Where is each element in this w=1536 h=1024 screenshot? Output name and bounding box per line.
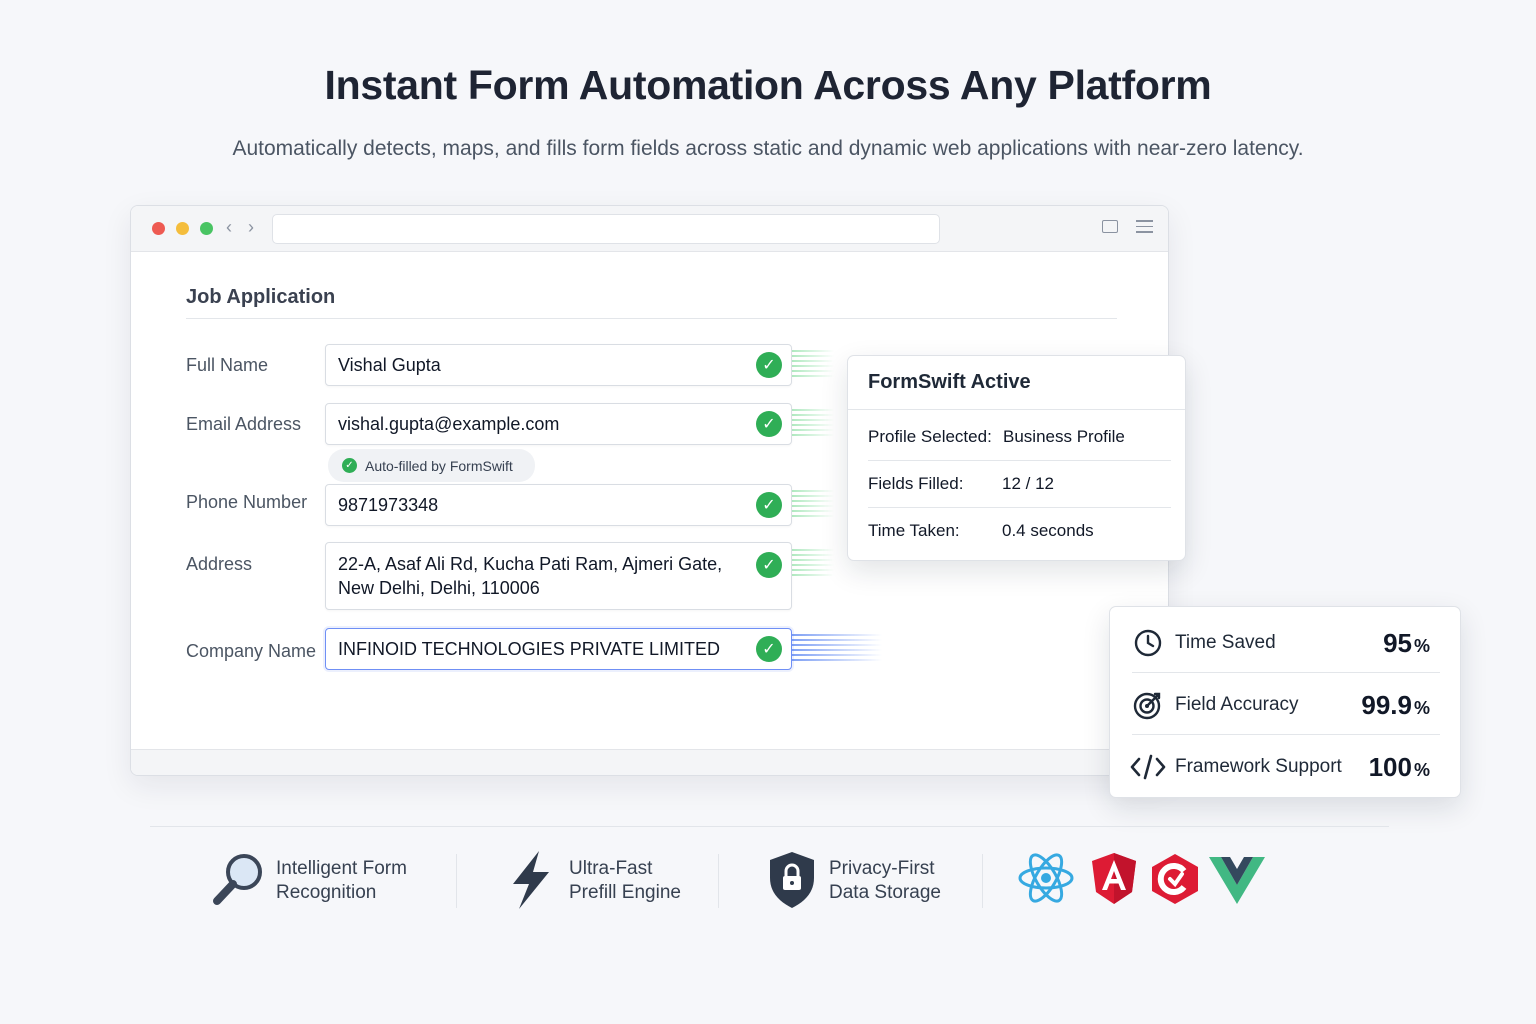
browser-toolbar: ‹ › xyxy=(131,206,1168,252)
company-label: Company Name xyxy=(186,641,317,661)
formswift-row: Profile Selected: Business Profile xyxy=(868,414,1171,461)
stat-value: 100% xyxy=(1368,752,1430,782)
address-value-line2: New Delhi, Delhi, 110006 xyxy=(338,578,540,598)
form-divider xyxy=(186,318,1117,319)
formswift-panel-title: FormSwift Active xyxy=(848,356,1185,410)
stat-row-field-accuracy: Field Accuracy 99.9% xyxy=(1132,673,1440,735)
formswift-row-value: 12 / 12 xyxy=(1002,474,1054,493)
check-icon: ✓ xyxy=(756,552,782,578)
form-title: Job Application xyxy=(186,286,336,308)
stat-label: Framework Support xyxy=(1175,756,1342,777)
vue-logo xyxy=(1209,857,1265,904)
email-input[interactable]: vishal.gupta@example.com ✓ xyxy=(325,403,792,445)
stat-row-time-saved: Time Saved 95% xyxy=(1132,611,1440,673)
minimize-window-button[interactable] xyxy=(176,222,189,235)
phone-input[interactable]: 9871973348 ✓ xyxy=(325,484,792,526)
stat-value: 95% xyxy=(1383,628,1430,658)
feature-text: Privacy-First Data Storage xyxy=(829,858,941,903)
phone-label: Phone Number xyxy=(186,492,308,512)
address-label: Address xyxy=(186,554,253,574)
email-label: Email Address xyxy=(186,414,302,434)
email-value: vishal.gupta@example.com xyxy=(338,414,560,434)
code-icon xyxy=(1130,754,1166,780)
angular-logo xyxy=(1092,853,1136,904)
browser-status-bar xyxy=(131,749,1168,775)
feature-divider xyxy=(982,854,983,908)
address-input[interactable]: 22-A, Asaf Ali Rd, Kucha Pati Ram, Ajmer… xyxy=(325,542,792,610)
address-value-line1: 22-A, Asaf Ali Rd, Kucha Pati Ram, Ajmer… xyxy=(338,554,723,574)
check-icon: ✓ xyxy=(342,458,357,473)
codeigniter-logo xyxy=(1152,854,1198,904)
hero-title: Instant Form Automation Across Any Platf… xyxy=(324,62,1212,108)
fill-streak xyxy=(792,549,834,579)
fill-streak xyxy=(792,490,834,520)
formswift-row-value: 0.4 seconds xyxy=(1002,521,1094,540)
forward-arrow-icon[interactable]: › xyxy=(248,217,254,238)
magnifier-icon xyxy=(213,854,262,905)
formswift-row-key: Time Taken: xyxy=(868,521,960,540)
stat-value: 99.9% xyxy=(1361,690,1430,720)
full-name-value: Vishal Gupta xyxy=(338,355,441,375)
stat-row-framework-support: Framework Support 100% xyxy=(1130,735,1440,797)
hero-subtitle: Automatically detects, maps, and fills f… xyxy=(232,137,1304,160)
check-icon: ✓ xyxy=(756,352,782,378)
feature-prefill-engine: Ultra-Fast Prefill Engine xyxy=(505,850,705,910)
formswift-row-key: Profile Selected: xyxy=(868,427,992,446)
target-icon xyxy=(1133,692,1161,720)
fill-streak xyxy=(792,409,834,439)
formswift-row-key: Fields Filled: xyxy=(868,474,964,493)
features-divider xyxy=(150,826,1389,827)
check-icon: ✓ xyxy=(756,636,782,662)
feature-text: Intelligent Form Recognition xyxy=(276,858,407,903)
formswift-row: Fields Filled: 12 / 12 xyxy=(868,461,1171,508)
react-logo xyxy=(1018,853,1074,903)
check-icon: ✓ xyxy=(756,492,782,518)
stats-panel: Time Saved 95% Field Accuracy 99.9% Fram… xyxy=(1109,606,1461,798)
autofill-badge: ✓ Auto-filled by FormSwift xyxy=(328,449,535,482)
fill-streak xyxy=(792,350,834,380)
formswift-row-value: Business Profile xyxy=(1003,427,1125,446)
feature-form-recognition: Intelligent Form Recognition xyxy=(210,850,440,910)
stat-label: Time Saved xyxy=(1175,632,1276,653)
back-arrow-icon[interactable]: ‹ xyxy=(226,217,232,238)
fill-streak-active xyxy=(792,634,882,664)
close-window-button[interactable] xyxy=(152,222,165,235)
address-bar[interactable] xyxy=(272,214,940,244)
check-icon: ✓ xyxy=(756,411,782,437)
feature-text: Ultra-Fast Prefill Engine xyxy=(569,858,681,903)
autofill-badge-text: Auto-filled by FormSwift xyxy=(365,457,513,474)
company-input[interactable]: INFINOID TECHNOLOGIES PRIVATE LIMITED ✓ xyxy=(325,628,792,670)
feature-privacy-storage: Privacy-First Data Storage xyxy=(766,850,966,910)
shield-lock-icon xyxy=(770,852,814,908)
full-name-label: Full Name xyxy=(186,355,269,375)
clock-icon xyxy=(1134,629,1162,657)
maximize-window-button[interactable] xyxy=(200,222,213,235)
stat-label: Field Accuracy xyxy=(1175,694,1299,715)
formswift-row: Time Taken: 0.4 seconds xyxy=(868,508,1171,555)
tab-overview-icon[interactable] xyxy=(1102,220,1118,233)
phone-value: 9871973348 xyxy=(338,495,439,515)
lightning-icon xyxy=(513,851,549,909)
feature-divider xyxy=(456,854,457,908)
full-name-input[interactable]: Vishal Gupta ✓ xyxy=(325,344,792,386)
formswift-panel: FormSwift Active Profile Selected: Busin… xyxy=(847,355,1186,561)
hamburger-menu-icon[interactable] xyxy=(1136,220,1153,237)
feature-divider xyxy=(718,854,719,908)
company-value: INFINOID TECHNOLOGIES PRIVATE LIMITED xyxy=(338,639,721,659)
